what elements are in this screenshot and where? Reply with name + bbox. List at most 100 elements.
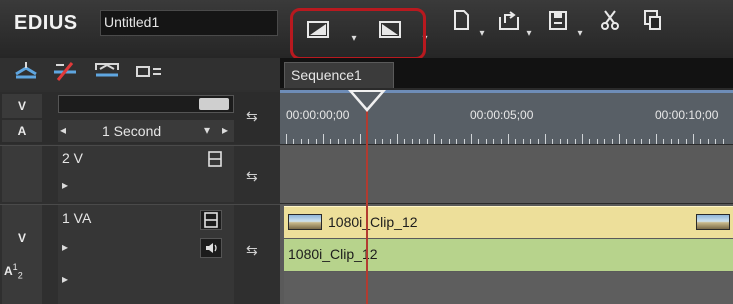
track-1va-expand-icon[interactable]: ▸ xyxy=(62,240,68,254)
track-2v-mute-icon[interactable] xyxy=(206,150,224,173)
ruler-tick xyxy=(656,134,657,144)
ruler-tick xyxy=(715,139,717,144)
scale-right-arrow-icon[interactable]: ▸ xyxy=(222,123,228,137)
ruler-tick xyxy=(604,139,606,144)
ruler-tick xyxy=(397,134,398,144)
ruler-tick xyxy=(300,139,302,144)
new-project-dropdown-icon[interactable]: ▾ xyxy=(477,29,487,39)
ruler-tick xyxy=(411,139,413,144)
ruler-tick xyxy=(707,139,709,144)
video-clip-label: 1080i_Clip_12 xyxy=(328,214,418,230)
sequence-buttons-highlight xyxy=(290,8,426,60)
track-1va-buttons xyxy=(2,205,42,304)
ruler-tick xyxy=(567,139,569,144)
ruler-tick xyxy=(389,139,391,144)
ruler-tick xyxy=(456,139,458,144)
timecode-0: 00:00:00;00 xyxy=(286,108,350,122)
clip-thumbnail xyxy=(288,214,322,230)
ruler-tick xyxy=(493,139,495,144)
audio-clip[interactable]: 1080i_Clip_12 xyxy=(284,239,733,271)
ruler-tick xyxy=(530,139,532,144)
scale-left-arrow-icon[interactable]: ◂ xyxy=(60,123,66,137)
new-project-icon[interactable] xyxy=(450,7,476,33)
ruler-tick xyxy=(693,134,694,144)
save-project-icon[interactable] xyxy=(546,7,572,33)
ruler-tick xyxy=(448,139,450,144)
ruler-tick xyxy=(360,134,361,144)
ruler-tick xyxy=(441,139,443,144)
ruler-tick xyxy=(434,134,435,144)
ruler-tick xyxy=(722,139,724,144)
ruler-tick xyxy=(323,134,324,144)
ruler-tick xyxy=(352,139,354,144)
ruler-tick xyxy=(700,139,702,144)
track-1va-sync-icon[interactable]: ⇆ xyxy=(246,242,258,259)
ruler-sync-icon[interactable]: ⇆ xyxy=(246,108,258,125)
track-1va-v-button[interactable]: V xyxy=(2,228,42,248)
track-1va-mute-icon[interactable] xyxy=(200,210,222,230)
audio-clip-label: 1080i_Clip_12 xyxy=(288,246,378,262)
ruler-tick xyxy=(485,139,487,144)
open-project-dropdown-icon[interactable]: ▾ xyxy=(524,29,534,39)
ruler-tick xyxy=(619,134,620,144)
ruler-tick xyxy=(315,139,317,144)
v-button[interactable]: V xyxy=(2,94,42,118)
track-1va-audio-expand-icon[interactable]: ▸ xyxy=(62,272,68,286)
project-title: Untitled1 xyxy=(104,14,160,30)
ruler-tick xyxy=(545,134,546,144)
ruler-tick xyxy=(641,139,643,144)
ruler-tick xyxy=(286,134,287,144)
tab-sequence1[interactable]: Sequence1 xyxy=(284,62,394,88)
zoom-slider[interactable] xyxy=(58,95,234,113)
ruler-tick xyxy=(582,134,583,144)
track-2v-buttons xyxy=(2,146,42,202)
track-height-icon[interactable] xyxy=(92,60,122,87)
save-project-dropdown-icon[interactable]: ▾ xyxy=(575,29,585,39)
delete-track-icon[interactable] xyxy=(50,60,80,87)
ruler-tick xyxy=(678,139,680,144)
track-2v-sync-icon[interactable]: ⇆ xyxy=(246,168,258,185)
video-clip[interactable]: 1080i_Clip_12 xyxy=(284,206,733,238)
ruler-tick xyxy=(419,139,421,144)
timecode-5: 00:00:05;00 xyxy=(470,108,534,122)
track-1va-label: 1 VA xyxy=(62,210,92,226)
ruler-tick xyxy=(478,139,480,144)
ruler-tick xyxy=(633,139,635,144)
ruler-tick xyxy=(663,139,665,144)
app-logo: EDIUS xyxy=(14,12,78,34)
scale-selector[interactable]: ◂ 1 Second ▾ ▸ xyxy=(58,120,234,142)
track-1va-speaker-icon[interactable] xyxy=(200,238,222,258)
a-button[interactable]: A xyxy=(2,120,42,142)
timeline-cursor[interactable] xyxy=(366,110,368,304)
ruler-tick xyxy=(463,139,465,144)
ruler-tick xyxy=(471,134,472,144)
timecode-10: 00:00:10;00 xyxy=(655,108,719,122)
ruler-tick xyxy=(522,139,524,144)
add-track-icon[interactable] xyxy=(12,60,42,87)
ruler-tick xyxy=(345,139,347,144)
track-sync-icon[interactable] xyxy=(134,60,164,87)
track-2v-expand-icon[interactable]: ▸ xyxy=(62,178,68,192)
ruler-tick xyxy=(426,139,428,144)
ruler-tick xyxy=(685,139,687,144)
track-2v-area[interactable] xyxy=(280,145,733,203)
copy-icon[interactable] xyxy=(640,7,666,33)
zoom-slider-handle[interactable] xyxy=(199,98,229,110)
ruler-tick xyxy=(293,139,295,144)
clip-thumbnail-end xyxy=(696,214,730,230)
ruler-tick xyxy=(552,139,554,144)
ruler-tick xyxy=(611,139,613,144)
ruler-tick xyxy=(382,139,384,144)
ruler-tick xyxy=(596,139,598,144)
ruler-tick xyxy=(330,139,332,144)
track-1va-a-button[interactable]: A12 xyxy=(4,262,23,280)
ruler-tick xyxy=(574,139,576,144)
cut-icon[interactable] xyxy=(598,7,624,33)
ruler-tick xyxy=(626,139,628,144)
ruler-tick xyxy=(537,139,539,144)
open-project-icon[interactable] xyxy=(496,7,522,33)
ruler-tick xyxy=(308,139,310,144)
scale-dropdown-icon[interactable]: ▾ xyxy=(204,123,210,137)
ruler-tick xyxy=(500,139,502,144)
ruler-tick xyxy=(559,139,561,144)
